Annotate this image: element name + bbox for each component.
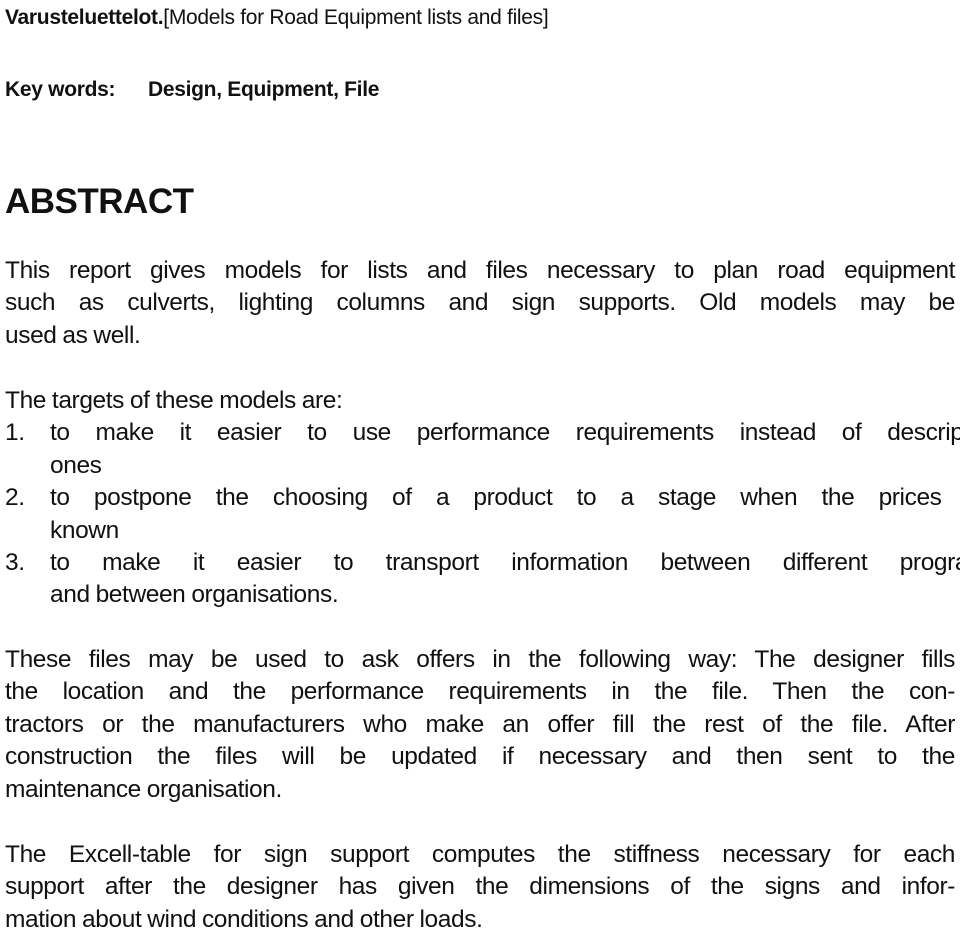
text-line: mation about wind conditions and other l… [5,905,483,933]
targets-list: 1. to make it easier to use performance … [5,417,960,612]
title-english: [Models for Road Equipment lists and fil… [163,6,549,29]
list-number: 3. [5,549,25,577]
abstract-paragraph-offers: These files may be used to ask offers in… [5,644,955,806]
list-number: 1. [5,419,25,447]
list-number: 2. [5,484,25,512]
abstract-paragraph-excel: The Excell-table for sign support comput… [5,839,955,936]
text-line: support after the designer has given the… [5,873,955,901]
text-line: used as well. [5,321,141,349]
text-line: These files may be used to ask offers in… [5,646,955,673]
keywords-value: Design, Equipment, File [148,78,380,101]
list-item: 2. to postpone the choosing of a product… [5,482,960,547]
document-title: Varusteluettelot.[Models for Road Equipm… [5,4,549,32]
text-line: construction the files will be updated i… [5,743,955,771]
text-line: and between organisations. [50,581,339,609]
text-line: tractors or the manufacturers who make a… [5,710,955,738]
text-line: This report gives models for lists and f… [5,257,955,284]
abstract-paragraph-intro: This report gives models for lists and f… [5,255,955,352]
text-line: to make it easier to use performance req… [50,419,960,447]
targets-intro: The targets of these models are: [5,387,343,414]
keywords-label: Key words: [5,78,116,101]
text-line: ones [50,451,102,479]
text-line: to postpone the choosing of a product to… [50,484,960,512]
targets-section: The targets of these models are: 1. to m… [5,385,960,612]
text-line: maintenance organisation. [5,775,282,803]
list-item: 1. to make it easier to use performance … [5,417,960,482]
abstract-heading: ABSTRACT [5,182,194,221]
text-line: known [50,516,119,544]
text-line: to make it easier to transport informati… [50,549,960,577]
keywords-line: Key words: Design, Equipment, File [5,76,379,104]
text-line: such as culverts, lighting columns and s… [5,289,955,317]
list-item: 3. to make it easier to transport inform… [5,547,960,612]
text-line: The Excell-table for sign support comput… [5,841,955,868]
text-line: the location and the performance require… [5,678,955,706]
title-finnish: Varusteluettelot. [5,6,164,29]
